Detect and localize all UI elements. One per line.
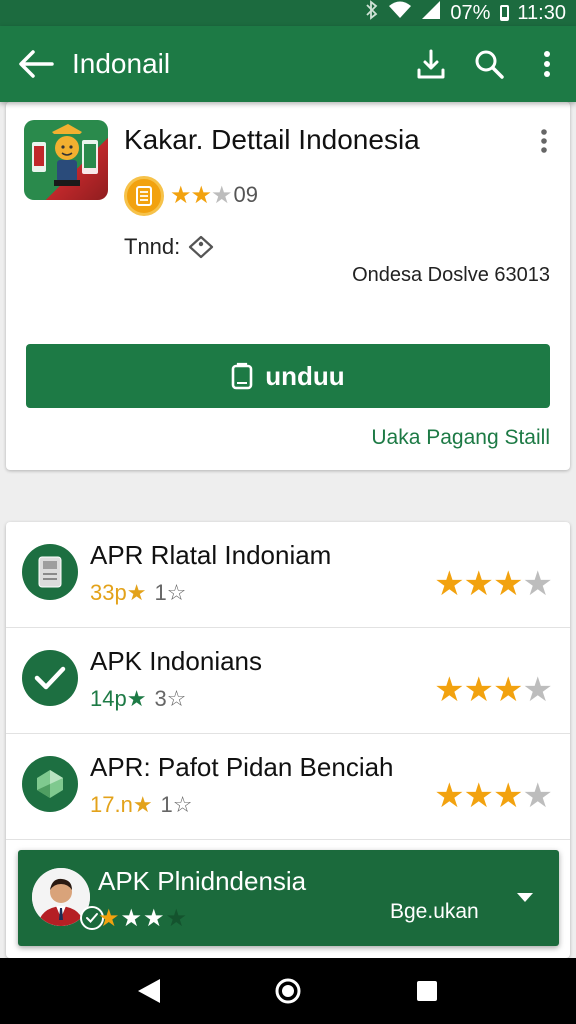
- list-item-meta-secondary: 1☆: [160, 792, 193, 817]
- more-vert-icon: [541, 129, 547, 153]
- list-item-meta-secondary: 3☆: [154, 686, 187, 711]
- signal-icon: [420, 0, 442, 27]
- status-bar: 07% 11:30: [0, 0, 576, 26]
- star-icon: ★: [463, 671, 495, 709]
- phone-icon: [231, 362, 253, 390]
- app-icon: [24, 120, 108, 200]
- list-item-stars: ★★★★: [434, 776, 554, 816]
- star-icon: ★: [143, 905, 166, 932]
- star-icon: ★: [211, 181, 232, 209]
- editor-badge: [124, 176, 164, 216]
- list-item-meta-primary: 17.n★: [90, 792, 153, 817]
- install-button[interactable]: unduu: [26, 344, 550, 408]
- list-item-title: APR Rlatal Indoniam: [90, 540, 332, 570]
- search-icon: [475, 50, 504, 79]
- more-vert-icon: [544, 51, 550, 77]
- tag-row: Tnnd:: [124, 234, 214, 260]
- star-icon: ★: [120, 905, 144, 932]
- system-nav-bar: [0, 958, 576, 1024]
- star-icon: ★: [463, 777, 495, 815]
- star-icon: ★: [434, 671, 465, 709]
- triangle-back-icon: [138, 979, 161, 1003]
- gem-icon: [22, 756, 78, 812]
- star-icon: ★: [522, 777, 554, 815]
- list-item-meta-primary: 14p★: [90, 686, 147, 711]
- list-item-meta: 14p★ 3☆: [90, 686, 186, 712]
- app-detail-card: Kakar. Dettail Indonesia ★★★ 09 Tnnd: On…: [6, 102, 570, 470]
- expand-button[interactable]: [515, 890, 535, 904]
- star-icon: ★: [165, 905, 189, 932]
- tag-label: Tnnd:: [124, 234, 181, 259]
- list-item-title: APR: Pafot Pidan Benciah: [90, 752, 394, 782]
- clock: 11:30: [517, 1, 566, 24]
- app-rating: ★★★ 09: [170, 178, 258, 212]
- banner-stars: ★★★★: [98, 904, 188, 933]
- bluetooth-icon: [364, 0, 380, 27]
- list-item-stars: ★★★★: [434, 564, 554, 604]
- rating-count: 09: [233, 182, 259, 207]
- app-title: Kakar. Dettail Indonesia: [124, 124, 420, 155]
- nav-back-button[interactable]: [129, 971, 169, 1011]
- banner-title: APK Plnidndensia: [98, 866, 307, 896]
- card-overflow-button[interactable]: [536, 126, 552, 156]
- star-icon: ★: [190, 181, 212, 209]
- arrow-left-icon: [19, 50, 54, 78]
- star-icon: ★: [493, 671, 524, 709]
- wifi-icon: [388, 0, 412, 27]
- list-item-meta-primary: 33p★: [90, 580, 147, 605]
- developer-info: Ondesa Doslve 63013: [352, 264, 550, 286]
- star-icon: ★: [170, 181, 191, 209]
- back-button[interactable]: [0, 26, 72, 102]
- list-item-stars: ★★★★: [434, 670, 554, 710]
- square-recents-icon: [416, 981, 437, 1001]
- battery-percent: 07%: [450, 1, 491, 24]
- star-icon: ★: [434, 565, 465, 603]
- app-bar-title: Indonail: [72, 48, 171, 79]
- list-item[interactable]: APR Rlatal Indoniam 33p★ 1☆ ★★★★: [6, 522, 570, 628]
- star-icon: ★: [98, 905, 121, 932]
- phone-device-icon: [22, 544, 78, 600]
- promo-banner[interactable]: APK Plnidndensia ★★★★ Bge.ukan: [18, 850, 559, 946]
- check-icon: [22, 650, 78, 706]
- star-icon: ★: [522, 671, 554, 709]
- star-rating: ★★★: [170, 181, 233, 210]
- install-label: unduu: [265, 360, 345, 391]
- list-item[interactable]: APK Indonians 14p★ 3☆ ★★★★: [6, 628, 570, 734]
- list-item-meta: 33p★ 1☆: [90, 580, 186, 606]
- list-item-meta-secondary: 1☆: [154, 580, 187, 605]
- list-item[interactable]: APR: Pafot Pidan Benciah 17.n★ 1☆ ★★★★: [6, 734, 570, 840]
- document-icon: [136, 186, 152, 206]
- star-icon: ★: [493, 565, 524, 603]
- download-button[interactable]: [402, 26, 460, 102]
- search-button[interactable]: [460, 26, 518, 102]
- banner-action[interactable]: Bge.ukan: [390, 900, 479, 924]
- tag-icon[interactable]: [188, 235, 214, 259]
- overflow-menu-button[interactable]: [518, 26, 576, 102]
- chevron-down-icon: [517, 893, 533, 902]
- list-item-meta: 17.n★ 1☆: [90, 792, 193, 818]
- nav-recents-button[interactable]: [407, 971, 447, 1011]
- list-item-title: APK Indonians: [90, 646, 263, 676]
- nav-home-button[interactable]: [268, 971, 308, 1011]
- star-icon: ★: [463, 565, 495, 603]
- star-icon: ★: [434, 777, 465, 815]
- home-circle-icon: [275, 978, 301, 1004]
- app-bar: Indonail: [0, 26, 576, 102]
- download-icon: [417, 49, 445, 79]
- star-icon: ★: [522, 565, 554, 603]
- star-icon: ★: [493, 777, 524, 815]
- more-info-link[interactable]: Uaka Pagang Staill: [371, 426, 550, 450]
- battery-icon: [500, 5, 510, 21]
